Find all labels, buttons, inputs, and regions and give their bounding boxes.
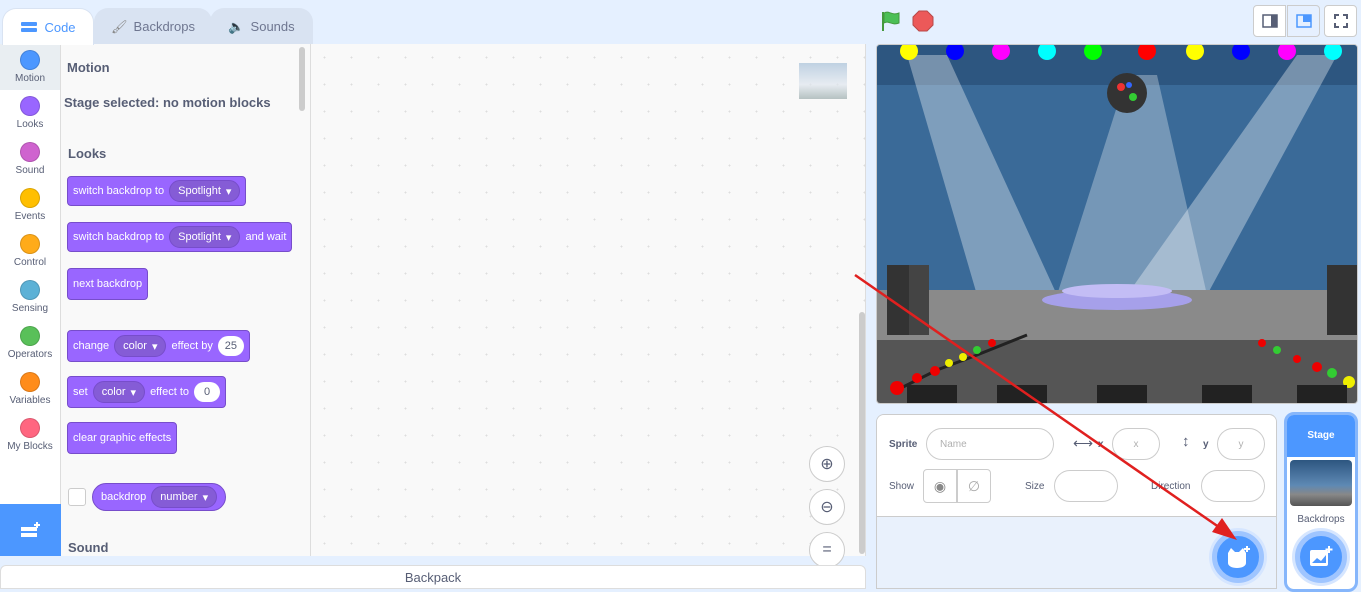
- sprite-info: Sprite Name ⟷ x x ↕ y y Show ◉ ∅ Size Di…: [877, 415, 1276, 517]
- backdrop-attr-dropdown[interactable]: number ▾: [151, 486, 218, 508]
- category-menu: Motion Looks Sound Events Control Sensin…: [0, 44, 61, 504]
- category-motion[interactable]: Motion: [0, 44, 60, 90]
- looks-dot-icon: [20, 96, 40, 116]
- backdrop-thumbnail: [1290, 460, 1352, 506]
- effect-dropdown[interactable]: color ▾: [114, 335, 167, 357]
- effect-dropdown[interactable]: color ▾: [92, 381, 146, 403]
- category-my-blocks[interactable]: My Blocks: [0, 412, 60, 458]
- zoom-in-icon: ⊕: [820, 456, 834, 473]
- eye-icon: ◉: [933, 477, 947, 494]
- palette-scrollbar[interactable]: [299, 47, 305, 111]
- operators-dot-icon: [20, 326, 40, 346]
- sprite-name-input[interactable]: Name: [926, 428, 1054, 460]
- effect-value-input[interactable]: 0: [194, 382, 220, 402]
- clear-effects-block[interactable]: clear graphic effects: [67, 422, 178, 454]
- motion-heading: Motion: [67, 60, 110, 75]
- looks-heading: Looks: [68, 146, 107, 161]
- show-sprite-button[interactable]: ◉: [923, 469, 957, 503]
- choose-backdrop-button[interactable]: [1295, 531, 1347, 583]
- stop-icon[interactable]: [912, 10, 934, 32]
- category-sensing[interactable]: Sensing: [0, 274, 60, 320]
- control-dot-icon: [20, 234, 40, 254]
- eye-slash-icon: ∅: [967, 477, 981, 494]
- cat-plus-icon: [1228, 546, 1250, 568]
- sensing-dot-icon: [20, 280, 40, 300]
- set-effect-block[interactable]: set color ▾ effect to 0: [67, 376, 226, 408]
- zoom-out-icon: ⊖: [820, 499, 834, 516]
- x-input[interactable]: x: [1112, 428, 1160, 460]
- switch-backdrop-wait-block[interactable]: switch backdrop to Spotlight ▾ and wait: [67, 222, 293, 252]
- category-sound[interactable]: Sound: [0, 136, 60, 182]
- normal-stage-icon: [1295, 14, 1312, 28]
- change-effect-block[interactable]: change color ▾ effect by 25: [67, 330, 250, 362]
- add-extension-button[interactable]: [0, 504, 61, 556]
- switch-backdrop-block[interactable]: switch backdrop to Spotlight ▾: [67, 176, 247, 206]
- normal-stage-button[interactable]: [1287, 5, 1320, 37]
- my-blocks-dot-icon: [20, 418, 40, 438]
- variables-dot-icon: [20, 372, 40, 392]
- backdrop-checkbox[interactable]: [68, 488, 86, 506]
- tab-code[interactable]: Code: [2, 8, 94, 45]
- fullscreen-button[interactable]: [1324, 5, 1357, 37]
- backdrops-label: Backdrops: [1297, 514, 1345, 525]
- zoom-out-button[interactable]: ⊖: [809, 489, 845, 525]
- zoom-in-button[interactable]: ⊕: [809, 446, 845, 482]
- events-dot-icon: [20, 188, 40, 208]
- stage-thumbnail-watermark: [799, 63, 847, 99]
- fullscreen-icon: [1333, 14, 1348, 28]
- backdrop-dropdown[interactable]: Spotlight ▾: [169, 226, 241, 248]
- category-operators[interactable]: Operators: [0, 320, 60, 366]
- stage-canvas[interactable]: [876, 44, 1358, 404]
- next-backdrop-block[interactable]: next backdrop: [67, 268, 149, 300]
- category-control[interactable]: Control: [0, 228, 60, 274]
- effect-value-input[interactable]: 25: [217, 336, 244, 356]
- block-palette: Motion Stage selected: no motion blocks …: [61, 44, 311, 556]
- green-flag-icon[interactable]: [880, 10, 902, 32]
- choose-sprite-button[interactable]: [1212, 531, 1264, 583]
- zoom-reset-icon: =: [822, 541, 832, 558]
- workspace-scrollbar[interactable]: [859, 312, 865, 554]
- category-variables[interactable]: Variables: [0, 366, 60, 412]
- motion-dot-icon: [20, 50, 40, 70]
- code-icon: [21, 22, 38, 32]
- brush-icon: 🖌: [111, 18, 128, 34]
- hide-sprite-button[interactable]: ∅: [957, 469, 991, 503]
- zoom-reset-button[interactable]: =: [809, 532, 845, 568]
- backdrop-reporter-block[interactable]: backdrop number ▾: [92, 483, 227, 511]
- backdrop-dropdown[interactable]: Spotlight ▾: [169, 180, 241, 202]
- speaker-icon: 🔈: [228, 18, 245, 34]
- category-looks[interactable]: Looks: [0, 90, 60, 136]
- category-events[interactable]: Events: [0, 182, 60, 228]
- direction-input[interactable]: [1201, 470, 1265, 502]
- extension-icon: [20, 522, 40, 537]
- sound-heading: Sound: [68, 540, 109, 555]
- tab-sounds[interactable]: 🔈 Sounds: [210, 8, 313, 44]
- x-arrows-icon: ⟷: [1073, 435, 1094, 451]
- backdrop-plus-icon: [1310, 546, 1333, 566]
- stage-selector-title: Stage: [1287, 415, 1355, 457]
- size-input[interactable]: [1054, 470, 1118, 502]
- tab-backdrops[interactable]: 🖌 Backdrops: [94, 8, 212, 44]
- small-stage-button[interactable]: [1253, 5, 1286, 37]
- backpack[interactable]: Backpack: [0, 565, 866, 589]
- spotlight-backdrop: [877, 45, 1357, 403]
- y-input[interactable]: y: [1217, 428, 1265, 460]
- sound-dot-icon: [20, 142, 40, 162]
- motion-note: Stage selected: no motion blocks: [64, 95, 271, 110]
- code-workspace[interactable]: [311, 44, 866, 556]
- y-arrows-icon: ↕: [1182, 433, 1190, 450]
- small-stage-icon: [1261, 14, 1278, 28]
